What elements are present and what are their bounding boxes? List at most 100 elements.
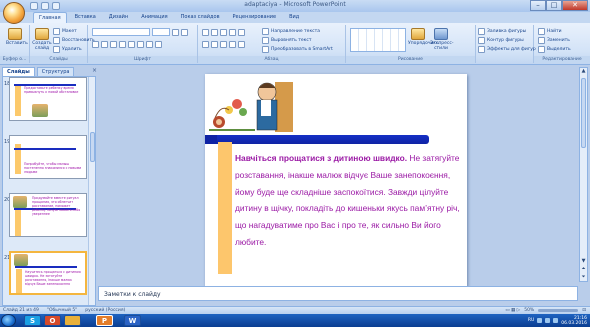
volume-icon[interactable]: [545, 318, 551, 323]
find-button[interactable]: Найти: [538, 27, 562, 35]
taskbar-folder-icon[interactable]: [64, 315, 81, 326]
paste-button[interactable]: Вставить: [6, 27, 28, 52]
binoculars-icon: [538, 27, 545, 35]
network-icon[interactable]: [537, 318, 543, 323]
outdent-icon[interactable]: [220, 28, 227, 36]
line-spacing-icon[interactable]: [238, 28, 245, 36]
align-text-button[interactable]: Выровнять текст: [262, 36, 311, 44]
shapes-gallery[interactable]: [350, 28, 406, 52]
font-name-combo[interactable]: [92, 28, 150, 36]
taskbar-powerpoint-icon[interactable]: P: [96, 315, 113, 326]
thumbnail-scrollbar[interactable]: [88, 77, 95, 305]
tab-animation[interactable]: Анимация: [136, 12, 172, 23]
slide-thumbnail[interactable]: Придумайте вместе ритуал прощания, это о…: [9, 193, 87, 237]
select-button[interactable]: Выделить: [538, 45, 571, 53]
minimize-button[interactable]: –: [530, 0, 546, 11]
shape-outline-button[interactable]: Контур фигуры: [478, 36, 524, 44]
smartart-button[interactable]: Преобразовать в SmartArt: [262, 45, 333, 53]
tab-insert[interactable]: Вставка: [70, 12, 101, 23]
case-icon[interactable]: [146, 40, 153, 48]
bullets-icon[interactable]: [202, 28, 209, 36]
group-label: Буфер о...: [0, 56, 29, 63]
slide-canvas[interactable]: Навчіться прощатися з дитиною швидко. Не…: [205, 74, 467, 287]
shape-effects-button[interactable]: Эффекты для фигур: [478, 45, 536, 53]
arrange-button[interactable]: Упорядочить: [408, 27, 439, 52]
tab-slides[interactable]: Слайды: [2, 67, 35, 76]
prev-slide-icon[interactable]: ⏶: [580, 266, 587, 273]
font-grow-shrink[interactable]: [172, 28, 188, 36]
slide-thumbnail-selected[interactable]: Научитесь прощаться с дитиною швидко. Не…: [9, 251, 87, 295]
thumb-accent: [16, 269, 22, 293]
start-button[interactable]: [1, 314, 16, 327]
columns-icon[interactable]: [238, 40, 245, 48]
maximize-button[interactable]: □: [546, 0, 562, 11]
shadow-icon[interactable]: [128, 40, 135, 48]
office-button[interactable]: [3, 2, 25, 24]
justify-icon[interactable]: [229, 40, 236, 48]
zoom-level[interactable]: 50%: [524, 307, 534, 314]
slide-illustration[interactable]: [209, 78, 294, 135]
next-slide-icon[interactable]: ⏷: [580, 274, 587, 281]
shape-fill-button[interactable]: Заливка фигуры: [478, 27, 526, 35]
replace-icon: [538, 36, 545, 44]
tab-slideshow[interactable]: Показ слайдов: [176, 12, 225, 23]
underline-icon[interactable]: [110, 40, 117, 48]
font-color-icon[interactable]: [155, 40, 162, 48]
strikethrough-icon[interactable]: [119, 40, 126, 48]
numbering-icon[interactable]: [211, 28, 218, 36]
new-slide-button[interactable]: Создать слайд: [32, 27, 52, 52]
group-drawing: Упорядочить Экспресс-стили Рисование: [346, 25, 476, 63]
window-title: adaptaciya - Microsoft PowerPoint: [244, 1, 346, 8]
replace-button[interactable]: Заменить: [538, 36, 570, 44]
italic-icon[interactable]: [101, 40, 108, 48]
language-indicator[interactable]: русский (Россия): [85, 307, 125, 314]
scroll-down-icon[interactable]: ▼: [580, 258, 587, 265]
taskbar-word-icon[interactable]: W: [124, 315, 141, 326]
layout-button[interactable]: Макет: [53, 27, 77, 35]
indent-icon[interactable]: [229, 28, 236, 36]
fill-icon: [478, 27, 485, 35]
tab-outline[interactable]: Структура: [36, 67, 75, 76]
scroll-up-icon[interactable]: ▲: [580, 68, 587, 75]
slide-thumbnail[interactable]: Попробуйте, чтобы малыш постепенно знако…: [9, 135, 87, 179]
align-left-icon[interactable]: [202, 40, 209, 48]
scrollbar-thumb[interactable]: [581, 78, 586, 148]
notes-pane[interactable]: Заметки к слайду: [98, 286, 578, 301]
ribbon: Вставить Буфер о... Создать слайд Макет …: [0, 23, 590, 65]
close-button[interactable]: ✕: [562, 0, 588, 11]
panel-tabs: Слайды Структура: [2, 67, 96, 76]
delete-button[interactable]: Удалить: [53, 45, 82, 53]
panel-close-icon[interactable]: ×: [92, 67, 97, 74]
tab-view[interactable]: Вид: [284, 12, 304, 23]
view-buttons[interactable]: ▭ ▦ ▷: [505, 307, 520, 314]
tab-home[interactable]: Главная: [33, 12, 67, 23]
tab-review[interactable]: Рецензирование: [228, 12, 282, 23]
font-format-row: [92, 40, 162, 48]
zoom-slider[interactable]: [538, 309, 579, 312]
theme-name: "Обычный 5": [46, 308, 78, 313]
text-direction-button[interactable]: Направление текста: [262, 27, 320, 35]
bold-icon[interactable]: [92, 40, 99, 48]
font-size-combo[interactable]: [152, 28, 170, 36]
fit-icon[interactable]: ⊡: [582, 307, 586, 314]
slide-text-box[interactable]: Навчіться прощатися з дитиною швидко. Не…: [235, 150, 461, 251]
font-grow-icon: [172, 28, 179, 36]
scrollbar-thumb[interactable]: [90, 132, 95, 162]
taskbar-opera-icon[interactable]: O: [44, 315, 61, 326]
thumb-text: Предоставьте ребенку время привыкнуть к …: [24, 86, 79, 94]
spacing-icon[interactable]: [137, 40, 144, 48]
slide-thumbnail[interactable]: Предоставьте ребенку время привыкнуть к …: [9, 77, 87, 121]
quick-styles-button[interactable]: Экспресс-стили: [430, 27, 453, 52]
align-right-icon[interactable]: [220, 40, 227, 48]
group-label: Шрифт: [88, 56, 197, 63]
thumb-accent: [15, 86, 21, 116]
taskbar: S O P W RU 21:16 06.03.2016: [0, 314, 590, 327]
align-center-icon[interactable]: [211, 40, 218, 48]
clock[interactable]: 21:16 06.03.2016: [561, 316, 587, 326]
battery-icon[interactable]: [553, 318, 559, 323]
taskbar-skype-icon[interactable]: S: [24, 315, 41, 326]
input-language[interactable]: RU: [528, 318, 534, 323]
tab-design[interactable]: Дизайн: [104, 12, 133, 23]
slide-scrollbar[interactable]: ▲ ▼ ⏶ ⏷: [579, 67, 588, 282]
status-left: Слайд 21 из 49 "Обычный 5" русский (Росс…: [3, 307, 125, 314]
